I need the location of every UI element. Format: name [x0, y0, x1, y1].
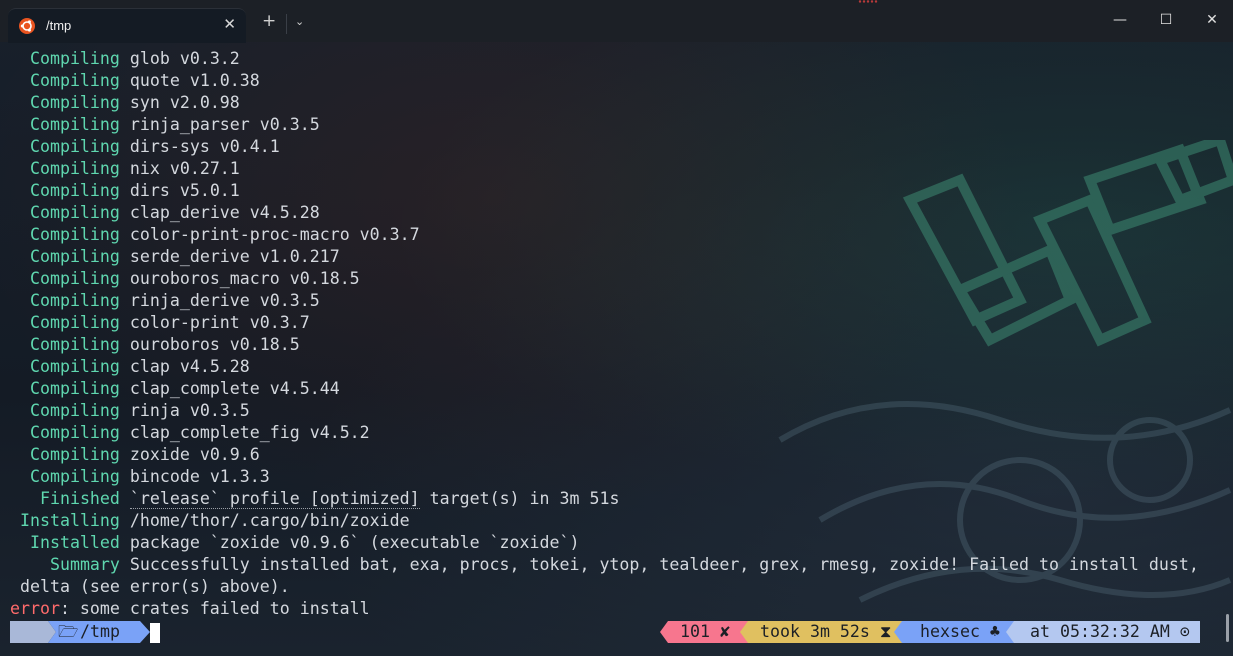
terminal-window: /tmp ✕ + ⌄ — ☐ ✕ Compiling glob v0.3.2 C… — [0, 0, 1233, 656]
compile-line: Compiling rinja v0.3.5 — [10, 400, 250, 422]
exit-status: 101 ✘ — [680, 622, 730, 641]
crate-name: ouroboros v0.18.5 — [119, 335, 300, 354]
crate-name: rinja_derive v0.3.5 — [119, 291, 320, 310]
summary-line: Summary Successfully installed bat, exa,… — [49, 555, 1199, 574]
tab-title: /tmp — [46, 18, 72, 33]
new-tab-button[interactable]: + — [262, 13, 276, 30]
folder-icon: 🗁 — [58, 622, 79, 641]
minimize-button[interactable]: — — [1110, 10, 1130, 30]
compile-line: Compiling dirs-sys v0.4.1 — [10, 136, 280, 158]
prompt-directory: /tmp — [80, 622, 120, 641]
tab-separator — [286, 14, 287, 34]
compiling-keyword: Compiling — [29, 357, 120, 376]
crate-name: quote v1.0.38 — [119, 71, 260, 90]
crate-name: clap_derive v4.5.28 — [119, 203, 320, 222]
compile-line: Compiling clap_complete_fig v4.5.2 — [10, 422, 370, 444]
crate-name: rinja_parser v0.3.5 — [119, 115, 320, 134]
compile-line: Compiling rinja_derive v0.3.5 — [10, 290, 320, 312]
crate-name: glob v0.3.2 — [119, 49, 240, 68]
compiling-keyword: Compiling — [29, 401, 120, 420]
text-cursor — [150, 623, 160, 643]
crate-name: clap_complete_fig v4.5.2 — [119, 423, 370, 442]
compile-line: Compiling color-print v0.3.7 — [10, 312, 310, 334]
crate-name: color-print-proc-macro v0.3.7 — [119, 225, 420, 244]
compiling-keyword: Compiling — [29, 445, 120, 464]
crate-name: dirs v5.0.1 — [119, 181, 240, 200]
profile-link[interactable]: `release` profile [optimized] — [129, 489, 420, 509]
compile-line: Compiling clap_complete v4.5.44 — [10, 378, 340, 400]
crate-name: color-print v0.3.7 — [119, 313, 310, 332]
crate-name: ouroboros_macro v0.18.5 — [119, 269, 360, 288]
compile-line: Compiling ouroboros_macro v0.18.5 — [10, 268, 360, 290]
crate-name: syn v2.0.98 — [119, 93, 240, 112]
terminal-output[interactable]: Compiling glob v0.3.2 Compiling quote v1… — [0, 42, 1233, 656]
tab-tmp[interactable]: /tmp ✕ — [8, 8, 246, 43]
error-keyword: error — [10, 599, 60, 618]
compile-line: Compiling nix v0.27.1 — [10, 158, 240, 180]
crate-name: clap v4.5.28 — [119, 357, 250, 376]
compile-line: Compiling color-print-proc-macro v0.3.7 — [10, 224, 420, 246]
compiling-keyword: Compiling — [29, 137, 120, 156]
compile-line: Compiling clap_derive v4.5.28 — [10, 202, 320, 224]
finished-line: Finished `release` profile [optimized] t… — [39, 489, 620, 509]
compiling-keyword: Compiling — [29, 71, 120, 90]
crate-name: bincode v1.3.3 — [119, 467, 270, 486]
tab-dropdown-icon[interactable]: ⌄ — [295, 15, 304, 28]
compile-line: Compiling rinja_parser v0.3.5 — [10, 114, 320, 136]
compiling-keyword: Compiling — [29, 247, 120, 266]
scrollbar-thumb[interactable] — [1226, 614, 1229, 642]
prompt-user: hexsec ♣ — [920, 622, 1000, 641]
compiling-keyword: Compiling — [29, 423, 120, 442]
crate-name: rinja v0.3.5 — [119, 401, 250, 420]
compile-line: Compiling glob v0.3.2 — [10, 48, 240, 70]
compiling-keyword: Compiling — [29, 467, 120, 486]
crate-name: serde_derive v1.0.217 — [119, 247, 340, 266]
compiling-keyword: Compiling — [29, 93, 120, 112]
compiling-keyword: Compiling — [29, 291, 120, 310]
compiling-keyword: Compiling — [29, 313, 120, 332]
drag-indicator — [858, 0, 878, 3]
summary-keyword: Summary — [49, 555, 120, 574]
compile-line: Compiling ouroboros v0.18.5 — [10, 334, 300, 356]
compile-line: Compiling zoxide v0.9.6 — [10, 444, 260, 466]
summary-continuation: delta (see error(s) above). — [10, 577, 290, 596]
compiling-keyword: Compiling — [29, 181, 120, 200]
title-bar: /tmp ✕ + ⌄ — ☐ ✕ — [0, 0, 1233, 43]
compiling-keyword: Compiling — [29, 159, 120, 178]
crate-name: clap_complete v4.5.44 — [119, 379, 340, 398]
compiling-keyword: Compiling — [29, 379, 120, 398]
compiling-keyword: Compiling — [29, 225, 120, 244]
prompt-time: at 05:32:32 AM ⊙ — [1030, 622, 1190, 641]
compile-line: Compiling syn v2.0.98 — [10, 92, 240, 114]
compiling-keyword: Compiling — [29, 335, 120, 354]
maximize-button[interactable]: ☐ — [1156, 10, 1176, 30]
compile-line: Compiling clap v4.5.28 — [10, 356, 250, 378]
compile-line: Compiling serde_derive v1.0.217 — [10, 246, 340, 268]
installed-line: Installed package `zoxide v0.9.6` (execu… — [29, 533, 580, 552]
installing-line: Installing /home/thor/.cargo/bin/zoxide — [20, 511, 410, 530]
compiling-keyword: Compiling — [29, 49, 120, 68]
installed-keyword: Installed — [29, 533, 120, 552]
installing-keyword: Installing — [20, 511, 120, 530]
compile-line: Compiling quote v1.0.38 — [10, 70, 260, 92]
command-duration: took 3m 52s ⧗ — [760, 622, 892, 641]
finished-keyword: Finished — [39, 489, 120, 508]
compiling-keyword: Compiling — [29, 115, 120, 134]
crate-name: zoxide v0.9.6 — [119, 445, 260, 464]
error-line: error: some crates failed to install — [10, 599, 370, 618]
close-button[interactable]: ✕ — [1202, 10, 1222, 30]
crate-name: nix v0.27.1 — [119, 159, 240, 178]
compiling-keyword: Compiling — [29, 203, 120, 222]
crate-name: dirs-sys v0.4.1 — [119, 137, 280, 156]
ubuntu-icon — [19, 18, 35, 34]
compile-line: Compiling dirs v5.0.1 — [10, 180, 240, 202]
tab-close-icon[interactable]: ✕ — [223, 15, 236, 33]
compiling-keyword: Compiling — [29, 269, 120, 288]
compile-line: Compiling bincode v1.3.3 — [10, 466, 270, 488]
